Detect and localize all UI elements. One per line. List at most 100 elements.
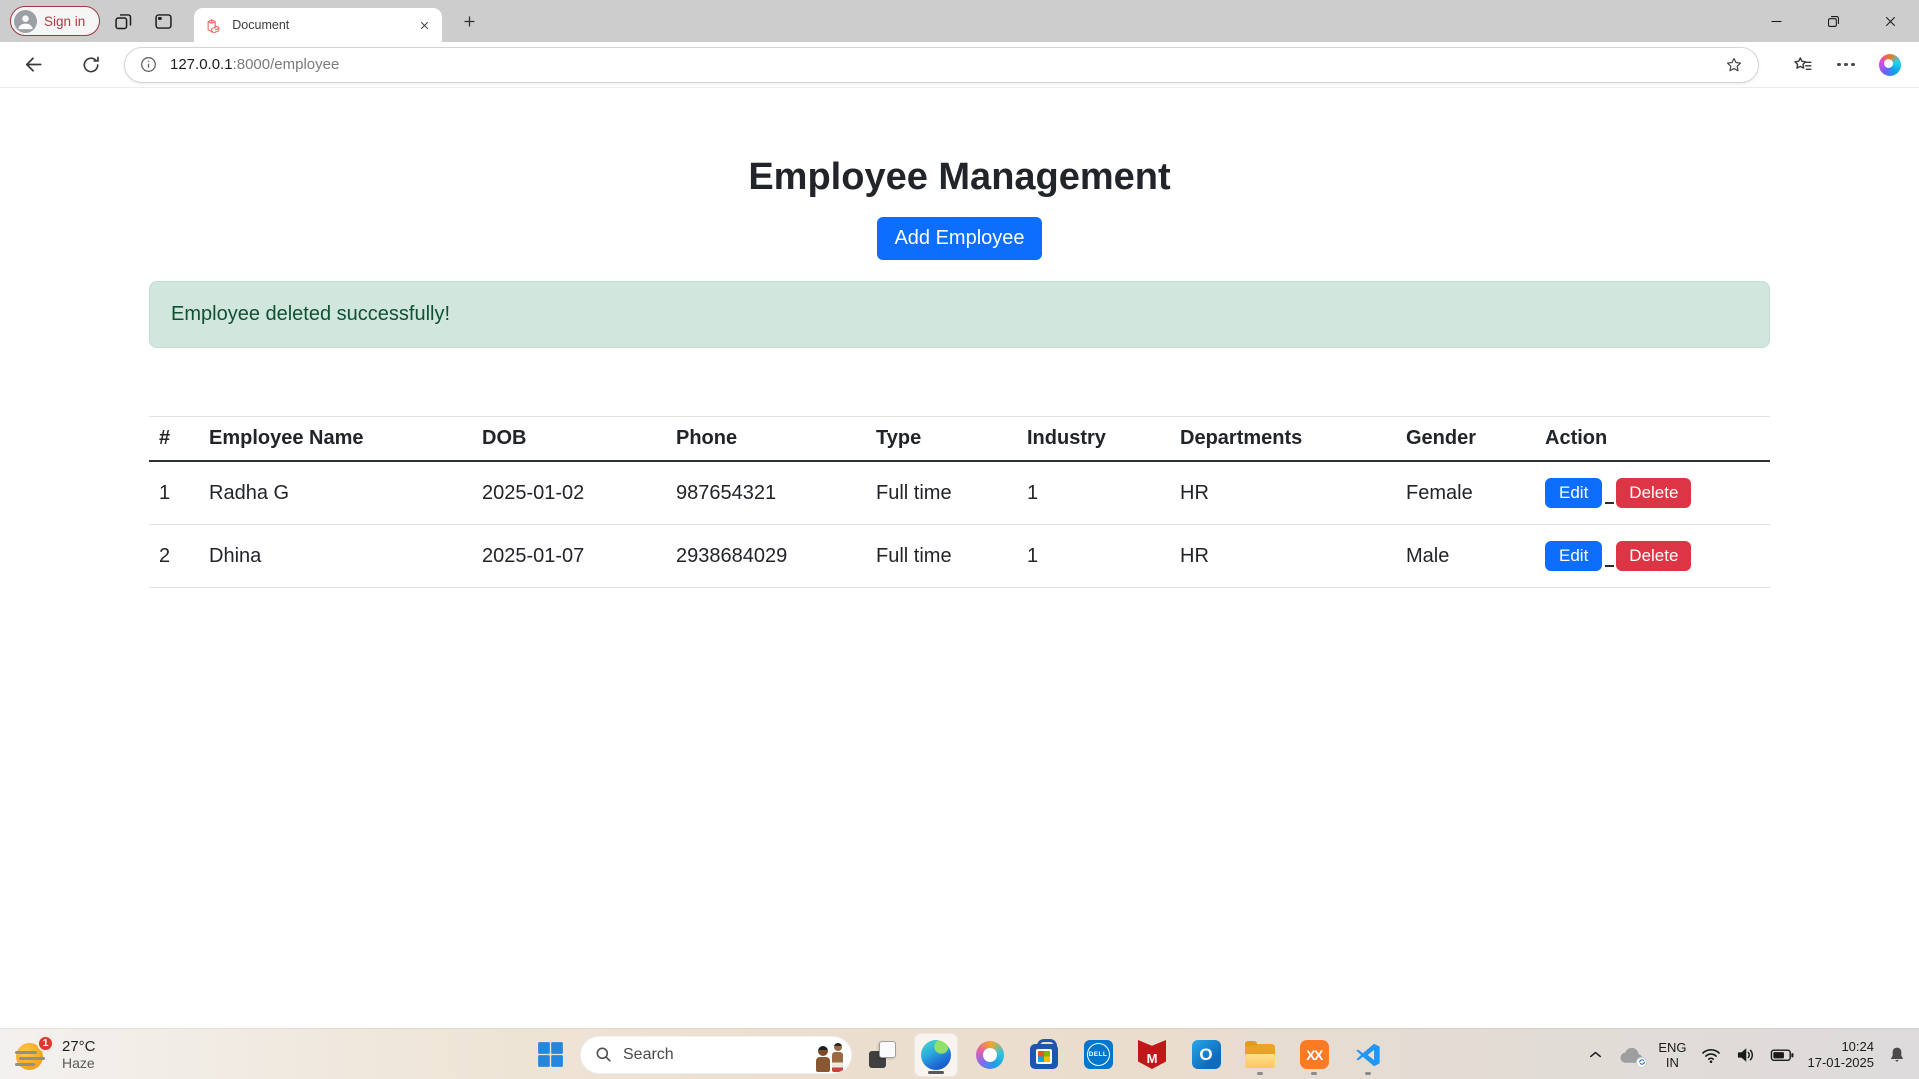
notification-bell-icon[interactable] — [1887, 1045, 1907, 1065]
cell-num: 2 — [149, 525, 199, 588]
close-tab-icon[interactable] — [415, 16, 433, 34]
refresh-icon[interactable] — [74, 48, 108, 82]
search-label: Search — [623, 1046, 806, 1064]
add-employee-button[interactable]: Add Employee — [877, 217, 1041, 260]
success-alert: Employee deleted successfully! — [149, 281, 1770, 348]
vscode-icon[interactable] — [1346, 1033, 1390, 1077]
search-icon — [594, 1045, 613, 1064]
onedrive-sync-icon[interactable] — [1618, 1044, 1645, 1066]
favorite-star-icon[interactable] — [1724, 55, 1744, 75]
copilot-icon[interactable] — [1875, 50, 1905, 80]
employee-table: # Employee Name DOB Phone Type Industry … — [149, 416, 1770, 588]
volume-icon[interactable] — [1735, 1044, 1757, 1066]
edit-button[interactable]: Edit — [1545, 478, 1602, 508]
back-icon[interactable] — [16, 48, 50, 82]
microsoft-store-icon[interactable] — [1022, 1033, 1066, 1077]
hidden-icons-chevron-icon[interactable] — [1586, 1045, 1605, 1064]
action-cell: Edit Delete — [1545, 541, 1760, 571]
cell-name: Radha G — [199, 461, 472, 525]
cell-type: Full time — [866, 525, 1017, 588]
tab-actions-icon[interactable] — [146, 4, 180, 38]
copilot-taskbar-icon[interactable] — [968, 1033, 1012, 1077]
address-bar[interactable]: 127.0.0.1:8000/employee — [124, 47, 1759, 83]
delete-button[interactable]: Delete — [1616, 541, 1691, 571]
table-header-row: # Employee Name DOB Phone Type Industry … — [149, 417, 1770, 462]
col-header-num: # — [149, 417, 199, 462]
employee-table-container: # Employee Name DOB Phone Type Industry … — [149, 416, 1770, 588]
col-header-name: Employee Name — [199, 417, 472, 462]
browser-tab[interactable]: Document — [194, 8, 442, 42]
col-header-type: Type — [866, 417, 1017, 462]
window-controls — [1748, 0, 1919, 42]
clock[interactable]: 10:24 17-01-2025 — [1808, 1039, 1875, 1071]
table-row: 2 Dhina 2025-01-07 2938684029 Full time … — [149, 525, 1770, 588]
haze-weather-icon: 1 — [16, 1038, 52, 1072]
cell-type: Full time — [866, 461, 1017, 525]
profile-sign-in-button[interactable]: Sign in — [10, 6, 100, 36]
weather-widget[interactable]: 1 27°C Haze — [16, 1029, 96, 1079]
wifi-icon[interactable] — [1700, 1044, 1722, 1066]
profile-avatar-icon — [14, 10, 37, 33]
col-header-gender: Gender — [1396, 417, 1535, 462]
xampp-icon[interactable]: XX — [1292, 1033, 1336, 1077]
mcafee-icon[interactable]: M — [1130, 1033, 1174, 1077]
taskbar: 1 27°C Haze Search — [0, 1028, 1919, 1079]
close-window-button[interactable] — [1862, 0, 1919, 42]
cell-departments: HR — [1170, 525, 1396, 588]
minimize-button[interactable] — [1748, 0, 1805, 42]
page-title: Employee Management — [0, 156, 1919, 199]
laravel-favicon-icon — [206, 17, 223, 34]
col-header-phone: Phone — [666, 417, 866, 462]
cell-name: Dhina — [199, 525, 472, 588]
favorites-icon[interactable] — [1787, 50, 1817, 80]
browser-tab-bar: Sign in Document — [0, 0, 1919, 42]
link-underscore — [1605, 565, 1614, 567]
cell-phone: 987654321 — [666, 461, 866, 525]
cell-industry: 1 — [1017, 525, 1170, 588]
weather-temperature: 27°C — [62, 1038, 96, 1055]
edge-taskbar-icon[interactable] — [914, 1033, 958, 1077]
tab-title: Document — [232, 18, 406, 32]
tray-time: 10:24 — [1841, 1039, 1874, 1055]
page-content: Employee Management Add Employee Employe… — [0, 88, 1919, 1028]
screen: Sign in Document — [0, 0, 1919, 1079]
dell-app-icon[interactable]: DELL — [1076, 1033, 1120, 1077]
new-tab-button[interactable] — [452, 4, 486, 38]
url-host: 127.0.0.1 — [170, 56, 233, 73]
cell-industry: 1 — [1017, 461, 1170, 525]
battery-icon[interactable] — [1770, 1044, 1795, 1066]
cell-gender: Female — [1396, 461, 1535, 525]
cell-gender: Male — [1396, 525, 1535, 588]
taskbar-search[interactable]: Search — [580, 1036, 852, 1074]
table-row: 1 Radha G 2025-01-02 987654321 Full time… — [149, 461, 1770, 525]
weather-condition: Haze — [62, 1055, 96, 1072]
taskbar-center: Search DELL — [528, 1029, 1390, 1079]
col-header-action: Action — [1535, 417, 1770, 462]
start-button[interactable] — [528, 1033, 572, 1077]
tray-date: 17-01-2025 — [1808, 1055, 1875, 1071]
language-indicator[interactable]: ENG IN — [1658, 1040, 1686, 1070]
cell-num: 1 — [149, 461, 199, 525]
workspaces-icon[interactable] — [106, 4, 140, 38]
file-explorer-icon[interactable] — [1238, 1033, 1282, 1077]
edit-button[interactable]: Edit — [1545, 541, 1602, 571]
col-header-departments: Departments — [1170, 417, 1396, 462]
browser-toolbar: 127.0.0.1:8000/employee — [0, 42, 1919, 88]
task-view-icon[interactable] — [860, 1033, 904, 1077]
search-highlight-image — [816, 1038, 847, 1072]
outlook-icon[interactable]: O — [1184, 1033, 1228, 1077]
link-underscore — [1605, 502, 1614, 504]
cell-departments: HR — [1170, 461, 1396, 525]
system-tray: ENG IN — [1586, 1029, 1907, 1079]
url-path: :8000/employee — [233, 56, 340, 73]
col-header-dob: DOB — [472, 417, 666, 462]
sign-in-label: Sign in — [44, 14, 85, 29]
col-header-industry: Industry — [1017, 417, 1170, 462]
site-info-icon[interactable] — [139, 55, 158, 74]
cell-phone: 2938684029 — [666, 525, 866, 588]
cell-dob: 2025-01-02 — [472, 461, 666, 525]
settings-more-icon[interactable] — [1831, 50, 1861, 80]
restore-button[interactable] — [1805, 0, 1862, 42]
notification-badge: 1 — [37, 1035, 54, 1052]
delete-button[interactable]: Delete — [1616, 478, 1691, 508]
